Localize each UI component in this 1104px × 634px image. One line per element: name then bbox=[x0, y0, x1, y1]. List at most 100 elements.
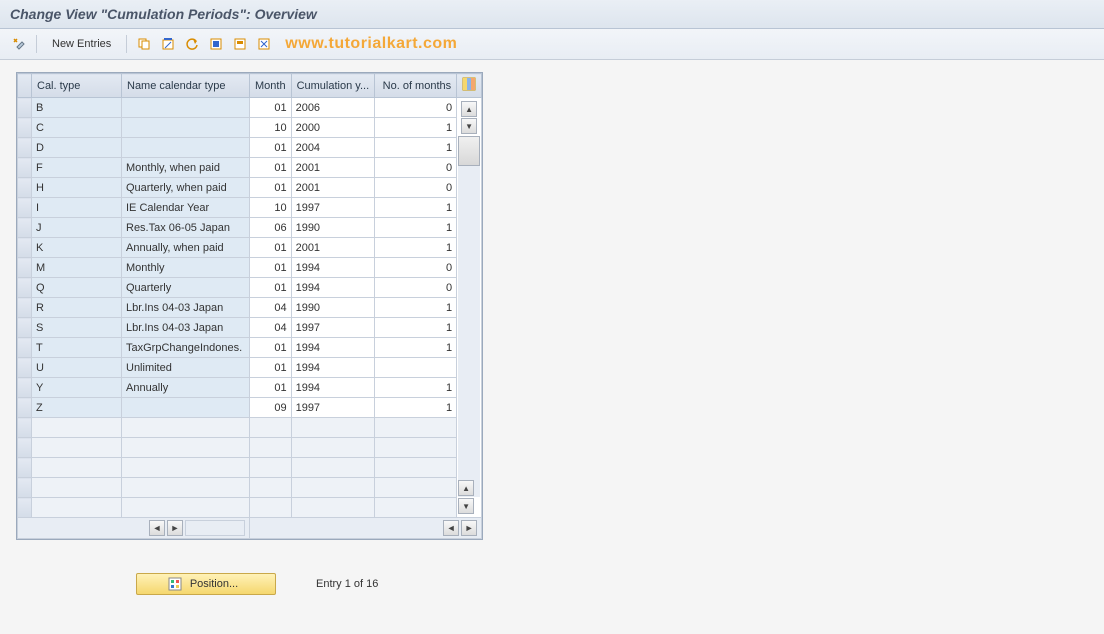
cell-cumulation-year[interactable]: 2006 bbox=[291, 98, 375, 118]
copy-button[interactable] bbox=[133, 33, 155, 55]
table-row[interactable]: KAnnually, when paid0120011 bbox=[18, 238, 482, 258]
table-row[interactable]: YAnnually0119941 bbox=[18, 378, 482, 398]
cell-cumulation-year[interactable]: 2001 bbox=[291, 158, 375, 178]
cell-cal-type[interactable]: M bbox=[32, 258, 122, 278]
cell-month[interactable]: 01 bbox=[250, 358, 292, 378]
table-row[interactable]: SLbr.Ins 04-03 Japan0419971 bbox=[18, 318, 482, 338]
row-selector[interactable] bbox=[18, 438, 32, 458]
table-row[interactable]: IIE Calendar Year1019971 bbox=[18, 198, 482, 218]
cell-name[interactable] bbox=[122, 138, 250, 158]
vscroll-thumb[interactable] bbox=[458, 136, 480, 166]
cell-no-months[interactable]: 1 bbox=[375, 338, 457, 358]
cell-month[interactable]: 01 bbox=[250, 258, 292, 278]
cell-cumulation-year[interactable]: 1994 bbox=[291, 358, 375, 378]
cell-cal-type[interactable]: S bbox=[32, 318, 122, 338]
deselect-all-button[interactable] bbox=[253, 33, 275, 55]
row-selector[interactable] bbox=[18, 378, 32, 398]
cell-no-months[interactable]: 0 bbox=[375, 258, 457, 278]
cell-month[interactable]: 01 bbox=[250, 138, 292, 158]
cell-no-months[interactable]: 0 bbox=[375, 278, 457, 298]
cell-cumulation-year[interactable]: 2001 bbox=[291, 238, 375, 258]
cell-no-months[interactable]: 1 bbox=[375, 118, 457, 138]
table-row[interactable]: UUnlimited011994 bbox=[18, 358, 482, 378]
cell-name[interactable]: Res.Tax 06-05 Japan bbox=[122, 218, 250, 238]
cell-name[interactable] bbox=[122, 398, 250, 418]
cell-cal-type[interactable]: Q bbox=[32, 278, 122, 298]
cell-month[interactable]: 01 bbox=[250, 158, 292, 178]
cell-cal-type[interactable]: R bbox=[32, 298, 122, 318]
cell-cumulation-year[interactable]: 1997 bbox=[291, 398, 375, 418]
cell-cumulation-year[interactable]: 1994 bbox=[291, 278, 375, 298]
scroll-left-button-2[interactable]: ◄ bbox=[443, 520, 459, 536]
cell-month[interactable]: 04 bbox=[250, 298, 292, 318]
row-selector[interactable] bbox=[18, 118, 32, 138]
cell-month[interactable]: 01 bbox=[250, 378, 292, 398]
cell-name[interactable]: Quarterly, when paid bbox=[122, 178, 250, 198]
row-selector[interactable] bbox=[18, 198, 32, 218]
vscroll-track[interactable] bbox=[458, 136, 480, 497]
cell-cumulation-year[interactable]: 1994 bbox=[291, 338, 375, 358]
cell-cal-type[interactable]: K bbox=[32, 238, 122, 258]
cell-name[interactable]: Monthly, when paid bbox=[122, 158, 250, 178]
row-selector[interactable] bbox=[18, 138, 32, 158]
table-row[interactable]: RLbr.Ins 04-03 Japan0419901 bbox=[18, 298, 482, 318]
cell-no-months[interactable]: 1 bbox=[375, 198, 457, 218]
row-selector[interactable] bbox=[18, 478, 32, 498]
cell-no-months[interactable]: 1 bbox=[375, 238, 457, 258]
row-selector[interactable] bbox=[18, 278, 32, 298]
cell-no-months[interactable]: 1 bbox=[375, 378, 457, 398]
cell-month[interactable]: 01 bbox=[250, 238, 292, 258]
cell-month[interactable]: 01 bbox=[250, 178, 292, 198]
cell-cumulation-year[interactable]: 1990 bbox=[291, 218, 375, 238]
cell-no-months[interactable]: 0 bbox=[375, 158, 457, 178]
table-row[interactable]: QQuarterly0119940 bbox=[18, 278, 482, 298]
cell-no-months[interactable] bbox=[375, 358, 457, 378]
row-selector[interactable] bbox=[18, 258, 32, 278]
cell-no-months[interactable]: 0 bbox=[375, 98, 457, 118]
cell-cumulation-year[interactable]: 1994 bbox=[291, 258, 375, 278]
scroll-up-button[interactable]: ▲ bbox=[461, 101, 477, 117]
cell-name[interactable]: Unlimited bbox=[122, 358, 250, 378]
cell-cumulation-year[interactable]: 1994 bbox=[291, 378, 375, 398]
cell-name[interactable]: Annually bbox=[122, 378, 250, 398]
col-header-month[interactable]: Month bbox=[250, 74, 292, 98]
cell-name[interactable]: Lbr.Ins 04-03 Japan bbox=[122, 298, 250, 318]
cell-cal-type[interactable]: J bbox=[32, 218, 122, 238]
cell-name[interactable]: Lbr.Ins 04-03 Japan bbox=[122, 318, 250, 338]
col-header-cumulation[interactable]: Cumulation y... bbox=[291, 74, 375, 98]
cell-month[interactable]: 10 bbox=[250, 198, 292, 218]
cell-cal-type[interactable]: D bbox=[32, 138, 122, 158]
row-selector[interactable] bbox=[18, 218, 32, 238]
cell-name[interactable] bbox=[122, 118, 250, 138]
cell-cal-type[interactable]: U bbox=[32, 358, 122, 378]
table-row[interactable]: D 0120041 bbox=[18, 138, 482, 158]
row-selector[interactable] bbox=[18, 158, 32, 178]
cell-name[interactable]: Quarterly bbox=[122, 278, 250, 298]
cell-cumulation-year[interactable]: 1997 bbox=[291, 318, 375, 338]
scroll-down-button[interactable]: ▼ bbox=[461, 118, 477, 134]
cell-month[interactable]: 09 bbox=[250, 398, 292, 418]
cell-cumulation-year[interactable]: 2004 bbox=[291, 138, 375, 158]
row-selector[interactable] bbox=[18, 178, 32, 198]
table-row[interactable]: FMonthly, when paid0120010 bbox=[18, 158, 482, 178]
new-entries-button[interactable]: New Entries bbox=[43, 33, 120, 55]
cell-name[interactable]: Monthly bbox=[122, 258, 250, 278]
cell-month[interactable]: 01 bbox=[250, 278, 292, 298]
scroll-right-button[interactable]: ► bbox=[167, 520, 183, 536]
cell-no-months[interactable]: 1 bbox=[375, 138, 457, 158]
cell-name[interactable] bbox=[122, 98, 250, 118]
cell-cal-type[interactable]: C bbox=[32, 118, 122, 138]
select-block-button[interactable] bbox=[229, 33, 251, 55]
row-selector[interactable] bbox=[18, 458, 32, 478]
configure-columns-button[interactable] bbox=[457, 74, 482, 98]
row-selector[interactable] bbox=[18, 358, 32, 378]
cell-no-months[interactable]: 1 bbox=[375, 398, 457, 418]
cell-cal-type[interactable]: I bbox=[32, 198, 122, 218]
row-selector[interactable] bbox=[18, 418, 32, 438]
cell-name[interactable]: TaxGrpChangeIndones. bbox=[122, 338, 250, 358]
scroll-left-button[interactable]: ◄ bbox=[149, 520, 165, 536]
row-selector[interactable] bbox=[18, 298, 32, 318]
col-header-name[interactable]: Name calendar type bbox=[122, 74, 250, 98]
cell-cal-type[interactable]: Y bbox=[32, 378, 122, 398]
cell-month[interactable]: 10 bbox=[250, 118, 292, 138]
